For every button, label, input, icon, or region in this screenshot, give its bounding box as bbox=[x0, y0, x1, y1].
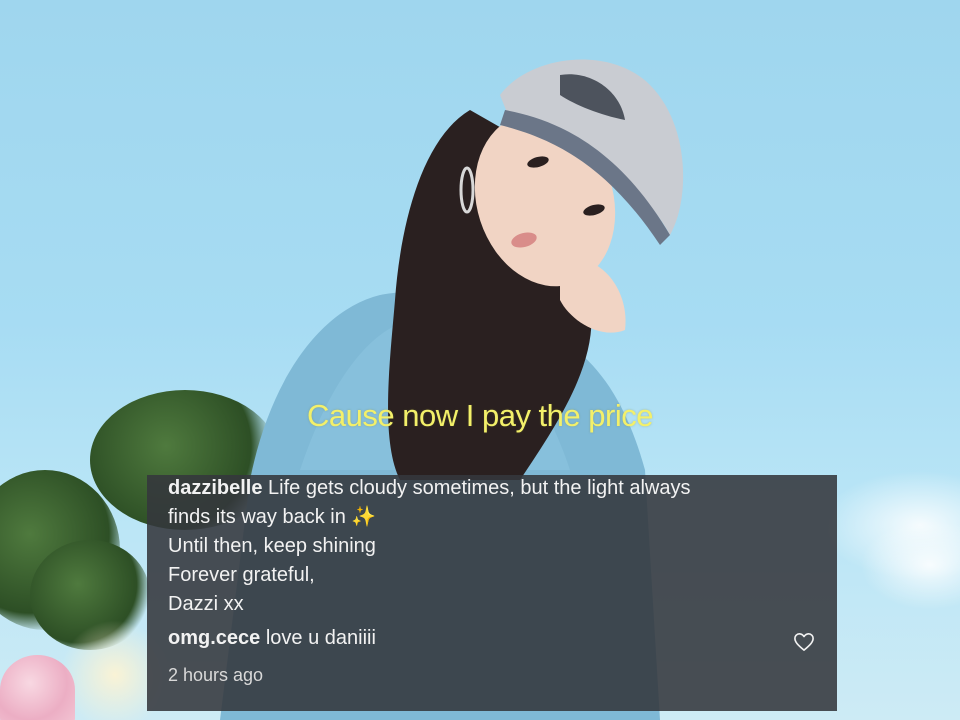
comment-text: love u daniiii bbox=[265, 627, 376, 649]
heart-outline-icon[interactable] bbox=[793, 632, 815, 652]
comment-line: dazzibelle Life gets cloudy sometimes, b… bbox=[168, 474, 818, 503]
comment-text: finds its way back in bbox=[168, 506, 346, 528]
comment-username[interactable]: omg.cece bbox=[168, 627, 260, 649]
comment-timestamp: 2 hours ago bbox=[168, 665, 264, 685]
strawberry-decoration bbox=[0, 655, 75, 720]
comment-text: Dazzi xx bbox=[168, 593, 244, 615]
comment-item: dazzibelle Life gets cloudy sometimes, b… bbox=[168, 474, 818, 619]
comment-username[interactable]: dazzibelle bbox=[168, 477, 262, 499]
video-caption: Cause now I pay the price bbox=[307, 398, 653, 433]
sparkles-emoji: ✨ bbox=[351, 506, 377, 528]
comment-text: Forever grateful, bbox=[168, 564, 315, 586]
comment-item: omg.cece love u daniiii bbox=[168, 627, 768, 650]
comment-text: Life gets cloudy sometimes, but the ligh… bbox=[268, 477, 691, 499]
comments-panel: dazzibelle Life gets cloudy sometimes, b… bbox=[147, 475, 837, 711]
comment-text: Until then, keep shining bbox=[168, 535, 376, 557]
comment-line: finds its way back in ✨ bbox=[168, 503, 818, 532]
